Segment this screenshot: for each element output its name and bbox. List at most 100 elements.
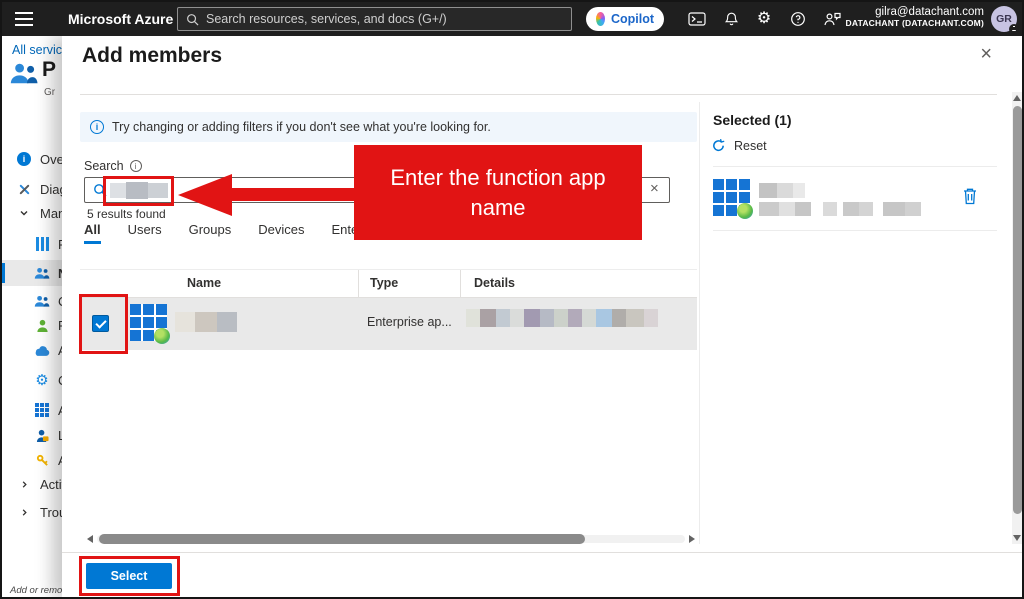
result-tabs: All Users Groups Devices Enterprise (84, 222, 391, 244)
trash-icon (962, 187, 978, 205)
copilot-icon (596, 12, 605, 26)
bars-icon (34, 236, 50, 252)
clear-search-icon[interactable]: × (650, 181, 659, 196)
filter-hint-banner: i Try changing or adding filters if you … (80, 112, 697, 142)
selected-app-icon (713, 179, 750, 216)
global-search-input[interactable] (206, 12, 563, 26)
annotation-box-select (79, 556, 180, 596)
sidebar-item-owners[interactable]: C (2, 288, 62, 314)
tab-groups[interactable]: Groups (189, 222, 232, 244)
enterprise-app-icon (130, 304, 167, 341)
chevron-right-icon (16, 476, 32, 492)
redacted-row-name (175, 312, 237, 332)
divider (713, 230, 997, 231)
sidebar-item-licenses[interactable]: L (2, 422, 62, 448)
people-icon (34, 293, 50, 309)
banner-text: Try changing or adding filters if you do… (112, 120, 491, 134)
tab-all[interactable]: All (84, 222, 101, 244)
feedback-icon[interactable] (820, 8, 844, 30)
sidebar-item-roles[interactable]: F (2, 312, 62, 338)
annotation-callout: Enter the function app name (354, 145, 642, 240)
avatar[interactable]: GR (991, 6, 1017, 32)
reset-button[interactable]: Reset (711, 138, 767, 153)
column-header-type[interactable]: Type (370, 276, 398, 290)
azure-portal-screenshot: Microsoft Azure Copilot ⚙ gilra@datachan… (0, 0, 1024, 599)
redacted-row-details (466, 309, 658, 327)
redacted-selected-details (759, 202, 921, 216)
chevron-right-icon (16, 504, 32, 520)
notifications-bell-icon[interactable] (719, 8, 743, 30)
settings-gear-icon[interactable]: ⚙ (752, 8, 776, 30)
add-members-dialog: Add members × i Try changing or adding f… (62, 36, 1022, 597)
column-divider (358, 270, 359, 297)
brand-title[interactable]: Microsoft Azure (68, 2, 173, 36)
divider (713, 166, 997, 167)
account-tenant: DATACHANT (DATACHANT.COM) (846, 18, 984, 28)
sidebar-item-manage[interactable]: Mana (2, 200, 62, 226)
annotation-arrow-shaft (230, 188, 356, 201)
sidebar-item-administrative-units[interactable]: A (2, 337, 62, 363)
cloud-icon (34, 342, 50, 358)
page-subtitle: Gr (44, 87, 55, 98)
grid-icon (34, 402, 50, 418)
column-header-details[interactable]: Details (474, 276, 515, 290)
horizontal-scrollbar[interactable] (85, 533, 697, 545)
gear-icon: ⚙ (34, 372, 50, 388)
close-icon[interactable]: × (980, 44, 992, 64)
person-green-icon (34, 317, 50, 333)
search-label: Search i (84, 159, 142, 173)
sidebar-footer-note: Add or remo (10, 585, 62, 596)
sidebar-item-group-settings[interactable]: ⚙ C (2, 367, 62, 393)
tab-users[interactable]: Users (128, 222, 162, 244)
chevron-down-icon (16, 205, 32, 221)
global-search[interactable] (177, 7, 572, 31)
reset-undo-icon (711, 138, 726, 153)
sidebar-item-members[interactable]: N (2, 260, 62, 286)
scroll-down-icon[interactable] (1013, 535, 1021, 541)
info-icon: i (16, 151, 32, 167)
key-icon (34, 452, 50, 468)
person-badge-icon (34, 427, 50, 443)
cloud-shell-icon[interactable] (685, 8, 709, 30)
sidebar-item-applications[interactable]: A (2, 397, 62, 423)
row-type-cell: Enterprise ap... (367, 315, 452, 329)
sidebar-item-overview[interactable]: i Over (2, 146, 62, 172)
tab-devices[interactable]: Devices (258, 222, 304, 244)
hamburger-menu-icon[interactable] (15, 12, 33, 26)
account-info[interactable]: gilra@datachant.com DATACHANT (DATACHANT… (846, 6, 984, 28)
redacted-selected-name (759, 183, 805, 198)
sidebar-item-properties[interactable]: P (2, 231, 62, 257)
lock-icon (1009, 24, 1019, 34)
dialog-title: Add members (82, 44, 222, 68)
panel-divider (699, 102, 700, 544)
account-email: gilra@datachant.com (846, 6, 984, 18)
scroll-up-icon[interactable] (1013, 95, 1021, 101)
sidebar: All servic P Gr i Over Diag Mana P (2, 36, 62, 597)
scrollbar-thumb[interactable] (99, 534, 585, 544)
scroll-left-icon[interactable] (87, 535, 93, 543)
column-header-name[interactable]: Name (187, 276, 221, 290)
page-title: P (42, 58, 56, 82)
sidebar-item-azure-role-assignments[interactable]: A (2, 447, 62, 473)
scroll-right-icon[interactable] (689, 535, 695, 543)
sidebar-item-diagnose[interactable]: Diag (2, 176, 62, 202)
results-count: 5 results found (87, 207, 166, 221)
people-icon (34, 265, 50, 281)
scrollbar-thumb[interactable] (1013, 106, 1022, 514)
help-icon[interactable] (786, 8, 810, 30)
annotation-arrow-head (178, 174, 232, 216)
column-divider (460, 270, 461, 297)
remove-selected-button[interactable] (962, 187, 978, 210)
divider (62, 552, 1022, 553)
breadcrumb-all-services[interactable]: All servic (12, 43, 62, 57)
info-icon: i (90, 120, 104, 134)
group-people-icon (9, 62, 39, 89)
sidebar-item-troubleshooting[interactable]: Troub (2, 499, 62, 525)
copilot-button[interactable]: Copilot (586, 7, 664, 31)
annotation-box-checkbox (79, 294, 128, 354)
vertical-scrollbar[interactable] (1012, 92, 1022, 544)
avatar-initials: GR (996, 13, 1012, 25)
selected-panel-title: Selected (1) (713, 112, 792, 128)
tools-icon (16, 181, 32, 197)
sidebar-item-activity[interactable]: Activ (2, 471, 62, 497)
